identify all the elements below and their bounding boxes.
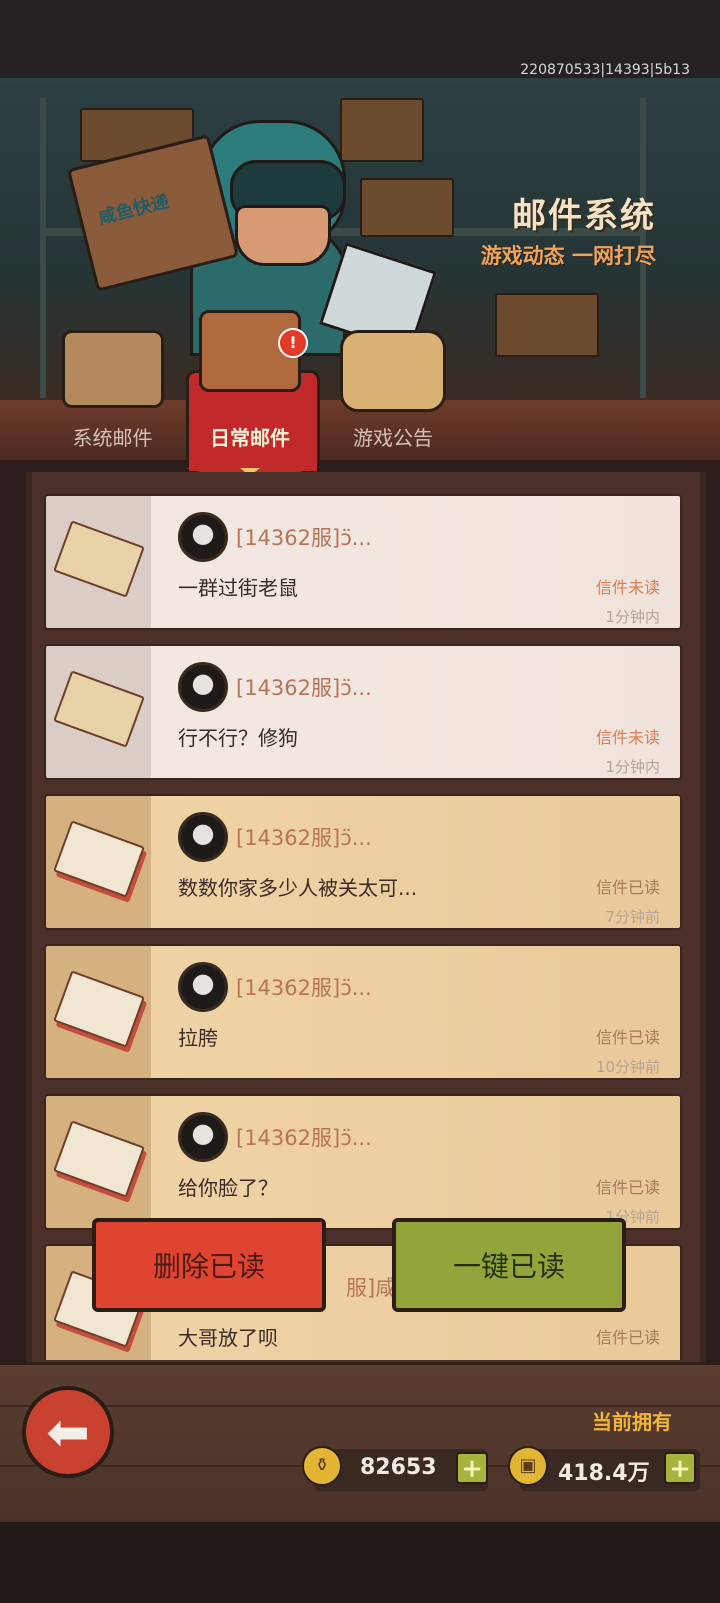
mail-subject: 一群过街老鼠 xyxy=(178,576,298,600)
tab-announcements[interactable]: 游戏公告 xyxy=(328,320,458,460)
suitcase-icon xyxy=(61,330,164,408)
mail-sender: [14362服]ↄ̈... xyxy=(236,1126,372,1150)
mail-sender: [14362服]ↄ̈... xyxy=(236,976,372,1000)
open-envelope-icon xyxy=(53,1120,145,1198)
currency-coin-value: 418.4万 xyxy=(558,1461,650,1486)
tab-system-mail[interactable]: 系统邮件 xyxy=(50,320,175,460)
notification-badge: ! xyxy=(278,328,308,358)
mail-sender: [14362服]ↄ̈... xyxy=(236,826,372,850)
mail-item[interactable]: [14362服]ↄ̈... 拉胯 信件已读 10分钟前 xyxy=(44,944,682,1080)
mark-all-read-button[interactable]: 一键已读 xyxy=(392,1218,626,1312)
avatar xyxy=(178,512,228,562)
coin-icon: ▣ xyxy=(508,1446,548,1486)
mail-status: 信件已读 xyxy=(595,1028,660,1047)
mail-time: 7分钟前 xyxy=(605,908,660,926)
mail-subject: 数数你家多少人被关太可... xyxy=(178,876,418,900)
mail-status: 信件已读 xyxy=(595,1328,660,1347)
mail-status: 信件未读 xyxy=(595,578,660,597)
background-box xyxy=(360,178,454,237)
tab-label: 日常邮件 xyxy=(210,426,290,450)
courier-face xyxy=(235,205,331,266)
mail-sender: [14362服]ↄ̈... xyxy=(236,676,372,700)
back-button[interactable]: ⬅ xyxy=(22,1386,114,1478)
mail-status: 信件已读 xyxy=(595,1178,660,1197)
add-gold-button[interactable]: + xyxy=(456,1452,488,1484)
back-arrow-icon: ⬅ xyxy=(46,1403,90,1463)
avatar xyxy=(178,962,228,1012)
bottom-safe-area xyxy=(0,1522,720,1603)
mail-time: 1分钟内 xyxy=(605,608,660,626)
mail-time: 1分钟内 xyxy=(605,758,660,776)
mail-status: 信件已读 xyxy=(595,878,660,897)
envelope-icon xyxy=(53,670,145,748)
mail-subject: 给你脸了？ xyxy=(178,1176,278,1200)
version-text: 220870533|14393|5b13 xyxy=(520,62,690,78)
avatar xyxy=(178,812,228,862)
mail-subject: 拉胯 xyxy=(178,1026,218,1050)
page-title: 邮件系统 xyxy=(512,196,656,236)
page-subtitle: 游戏动态 一网打尽 xyxy=(480,244,656,268)
tab-daily-mail[interactable]: ! 日常邮件 xyxy=(186,310,320,486)
avatar xyxy=(178,662,228,712)
shelf-post xyxy=(40,98,46,398)
tab-label: 游戏公告 xyxy=(353,426,433,450)
envelope-icon xyxy=(53,520,145,598)
open-envelope-icon xyxy=(53,820,145,898)
delivery-box-label: 咸鱼快递 xyxy=(96,191,172,229)
currency-gold-value: 82653 xyxy=(360,1455,437,1480)
avatar xyxy=(178,1112,228,1162)
mail-item[interactable]: [14362服]ↄ̈... 行不行？修狗 信件未读 1分钟内 xyxy=(44,644,682,780)
mail-subject: 行不行？修狗 xyxy=(178,726,298,750)
radio-icon xyxy=(340,330,446,412)
mail-item[interactable]: [14362服]ↄ̈... 给你脸了？ 信件已读 1分钟前 xyxy=(44,1094,682,1230)
mail-status: 信件未读 xyxy=(595,728,660,747)
mail-time: 10分钟前 xyxy=(595,1058,660,1076)
owned-label: 当前拥有 xyxy=(592,1410,672,1434)
mail-sender: [14362服]ↄ̈... xyxy=(236,526,372,550)
mail-item[interactable]: [14362服]ↄ̈... 数数你家多少人被关太可... 信件已读 7分钟前 xyxy=(44,794,682,930)
background-box xyxy=(495,293,599,357)
delete-read-button[interactable]: 删除已读 xyxy=(92,1218,326,1312)
mail-subject: 大哥放了呗 xyxy=(178,1326,278,1350)
open-envelope-icon xyxy=(53,970,145,1048)
background-box xyxy=(340,98,424,162)
add-coin-button[interactable]: + xyxy=(664,1452,696,1484)
gold-bone-icon: ⚱ xyxy=(302,1446,342,1486)
tab-label: 系统邮件 xyxy=(72,426,153,450)
mail-item[interactable]: [14362服]ↄ̈... 一群过街老鼠 信件未读 1分钟内 xyxy=(44,494,682,630)
